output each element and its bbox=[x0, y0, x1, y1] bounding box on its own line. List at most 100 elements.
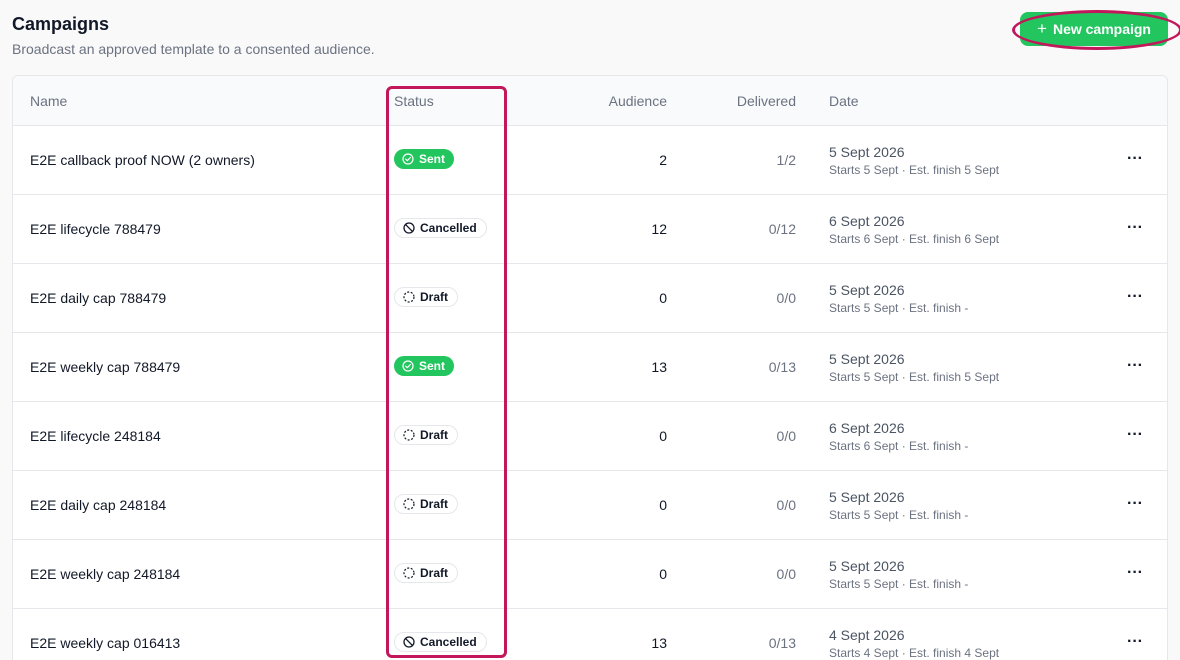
status-badge-label: Draft bbox=[420, 290, 449, 304]
campaign-date: 5 Sept 2026 bbox=[829, 489, 905, 505]
delivered-count: 0/13 bbox=[768, 635, 796, 651]
campaign-date: 5 Sept 2026 bbox=[829, 351, 905, 367]
campaign-name[interactable]: E2E weekly cap 788479 bbox=[30, 359, 180, 375]
status-badge: Sent bbox=[394, 356, 455, 376]
date-cell: 6 Sept 2026 Starts 6 Sept · Est. finish … bbox=[829, 213, 999, 247]
table-row[interactable]: E2E daily cap 248184 Draft 0 0/0 5 Sept … bbox=[13, 471, 1167, 540]
check-circle-icon bbox=[402, 360, 414, 372]
campaign-name[interactable]: E2E callback proof NOW (2 owners) bbox=[30, 152, 255, 168]
table-row[interactable]: E2E daily cap 788479 Draft 0 0/0 5 Sept … bbox=[13, 264, 1167, 333]
column-header-status[interactable]: Status bbox=[394, 93, 434, 109]
campaigns-page: Campaigns Broadcast an approved template… bbox=[0, 0, 1180, 660]
check-circle-icon bbox=[402, 153, 414, 165]
dashed-circle-icon bbox=[403, 498, 415, 510]
new-campaign-button[interactable]: + New campaign bbox=[1020, 12, 1168, 46]
more-options-button[interactable]: ··· bbox=[1125, 217, 1145, 239]
status-cell: Draft bbox=[394, 563, 459, 583]
table-row[interactable]: E2E weekly cap 248184 Draft 0 0/0 5 Sept… bbox=[13, 540, 1167, 609]
delivered-count: 0/0 bbox=[776, 566, 796, 582]
delivered-count: 0/12 bbox=[768, 221, 796, 237]
date-cell: 5 Sept 2026 Starts 5 Sept · Est. finish … bbox=[829, 351, 999, 385]
status-badge-label: Sent bbox=[419, 359, 446, 373]
more-options-button[interactable]: ··· bbox=[1125, 424, 1145, 446]
status-badge-label: Draft bbox=[420, 566, 449, 580]
status-badge: Draft bbox=[394, 494, 459, 514]
dashed-circle-icon bbox=[403, 567, 415, 579]
ban-icon bbox=[403, 222, 415, 234]
campaign-name[interactable]: E2E lifecycle 248184 bbox=[30, 428, 161, 444]
status-cell: Sent bbox=[394, 356, 455, 376]
table-body: E2E callback proof NOW (2 owners) Sent 2… bbox=[13, 126, 1167, 660]
more-options-button[interactable]: ··· bbox=[1125, 562, 1145, 584]
more-options-button[interactable]: ··· bbox=[1125, 355, 1145, 377]
column-header-date[interactable]: Date bbox=[829, 93, 859, 109]
campaign-schedule: Starts 4 Sept · Est. finish 4 Sept bbox=[829, 646, 1000, 660]
new-campaign-button-label: New campaign bbox=[1052, 21, 1151, 37]
delivered-count: 0/13 bbox=[768, 359, 796, 375]
campaign-date: 4 Sept 2026 bbox=[829, 627, 905, 643]
status-cell: Cancelled bbox=[394, 218, 487, 238]
more-options-button[interactable]: ··· bbox=[1125, 493, 1145, 515]
page-title: Campaigns bbox=[12, 14, 110, 34]
dashed-circle-icon bbox=[403, 291, 415, 303]
date-cell: 6 Sept 2026 Starts 6 Sept · Est. finish … bbox=[829, 420, 968, 454]
delivered-count: 0/0 bbox=[776, 497, 796, 513]
more-options-button[interactable]: ··· bbox=[1125, 148, 1145, 170]
audience-count: 13 bbox=[651, 635, 667, 651]
status-badge: Cancelled bbox=[394, 218, 487, 238]
audience-count: 2 bbox=[659, 152, 667, 168]
status-cell: Sent bbox=[394, 149, 455, 169]
campaign-schedule: Starts 5 Sept · Est. finish - bbox=[829, 301, 969, 315]
status-badge-label: Cancelled bbox=[420, 221, 477, 235]
campaign-name[interactable]: E2E lifecycle 788479 bbox=[30, 221, 161, 237]
table-row[interactable]: E2E weekly cap 016413 Cancelled 13 0/13 … bbox=[13, 609, 1167, 660]
audience-count: 0 bbox=[659, 497, 667, 513]
campaign-date: 6 Sept 2026 bbox=[829, 213, 905, 229]
table-row[interactable]: E2E callback proof NOW (2 owners) Sent 2… bbox=[13, 126, 1167, 195]
campaign-date: 6 Sept 2026 bbox=[829, 420, 905, 436]
campaign-schedule: Starts 6 Sept · Est. finish 6 Sept bbox=[829, 232, 1000, 246]
more-options-button[interactable]: ··· bbox=[1125, 631, 1145, 653]
column-header-delivered[interactable]: Delivered bbox=[737, 93, 796, 109]
date-cell: 4 Sept 2026 Starts 4 Sept · Est. finish … bbox=[829, 627, 999, 660]
campaign-date: 5 Sept 2026 bbox=[829, 282, 905, 298]
date-cell: 5 Sept 2026 Starts 5 Sept · Est. finish … bbox=[829, 144, 999, 178]
campaign-name[interactable]: E2E daily cap 788479 bbox=[30, 290, 166, 306]
campaign-schedule: Starts 5 Sept · Est. finish - bbox=[829, 508, 969, 522]
campaigns-table: Name Status Audience Delivered Date E2E … bbox=[12, 75, 1168, 660]
campaign-name[interactable]: E2E weekly cap 248184 bbox=[30, 566, 180, 582]
audience-count: 12 bbox=[651, 221, 667, 237]
campaign-schedule: Starts 5 Sept · Est. finish - bbox=[829, 577, 969, 591]
status-badge: Draft bbox=[394, 287, 459, 307]
table-row[interactable]: E2E lifecycle 788479 Cancelled 12 0/12 6… bbox=[13, 195, 1167, 264]
campaign-date: 5 Sept 2026 bbox=[829, 558, 905, 574]
date-cell: 5 Sept 2026 Starts 5 Sept · Est. finish … bbox=[829, 489, 968, 523]
column-header-audience[interactable]: Audience bbox=[609, 93, 667, 109]
campaign-name[interactable]: E2E weekly cap 016413 bbox=[30, 635, 180, 651]
campaign-name[interactable]: E2E daily cap 248184 bbox=[30, 497, 166, 513]
status-badge-label: Draft bbox=[420, 497, 449, 511]
table-row[interactable]: E2E weekly cap 788479 Sent 13 0/13 5 Sep… bbox=[13, 333, 1167, 402]
audience-count: 13 bbox=[651, 359, 667, 375]
delivered-count: 1/2 bbox=[776, 152, 796, 168]
campaign-date: 5 Sept 2026 bbox=[829, 144, 905, 160]
campaign-schedule: Starts 5 Sept · Est. finish 5 Sept bbox=[829, 163, 1000, 177]
status-badge-label: Cancelled bbox=[420, 635, 477, 649]
more-options-button[interactable]: ··· bbox=[1125, 286, 1145, 308]
dashed-circle-icon bbox=[403, 429, 415, 441]
ban-icon bbox=[403, 636, 415, 648]
date-cell: 5 Sept 2026 Starts 5 Sept · Est. finish … bbox=[829, 282, 968, 316]
campaign-schedule: Starts 6 Sept · Est. finish - bbox=[829, 439, 969, 453]
audience-count: 0 bbox=[659, 566, 667, 582]
audience-count: 0 bbox=[659, 290, 667, 306]
plus-icon: + bbox=[1037, 19, 1047, 38]
status-cell: Draft bbox=[394, 425, 459, 445]
status-cell: Cancelled bbox=[394, 632, 487, 652]
status-cell: Draft bbox=[394, 287, 459, 307]
page-subtitle: Broadcast an approved template to a cons… bbox=[12, 41, 375, 57]
status-badge: Draft bbox=[394, 563, 459, 583]
column-header-name[interactable]: Name bbox=[30, 93, 67, 109]
table-header: Name Status Audience Delivered Date bbox=[13, 76, 1167, 126]
table-row[interactable]: E2E lifecycle 248184 Draft 0 0/0 6 Sept … bbox=[13, 402, 1167, 471]
status-badge: Draft bbox=[394, 425, 459, 445]
